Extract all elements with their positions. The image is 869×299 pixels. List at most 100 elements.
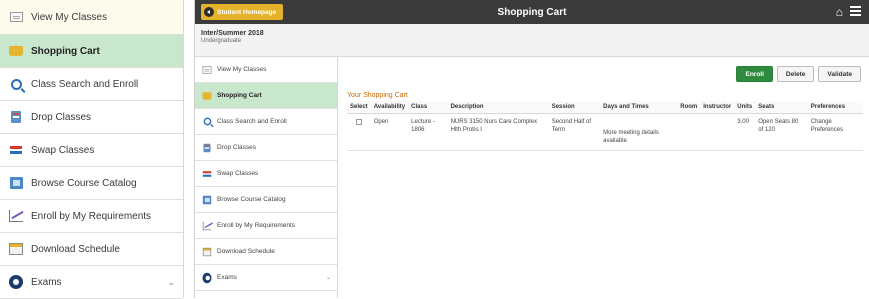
select-checkbox-cell[interactable]: [347, 113, 371, 151]
zoomed-sidebar-item-label: Shopping Cart: [31, 45, 100, 57]
sidebar-item-label: Exams: [217, 274, 237, 281]
hamburger-menu-icon[interactable]: [850, 6, 861, 16]
catalog-icon: [7, 175, 25, 191]
zoomed-sidebar: View My Classes Shopping Cart Class Sear…: [0, 0, 184, 299]
zoomed-sidebar-item-label: View My Classes: [31, 11, 107, 23]
home-icon[interactable]: ⌂: [836, 5, 843, 19]
table-header-row: Select Availability Class Description Se…: [347, 101, 863, 114]
catalog-icon: [201, 194, 213, 205]
drop-icon: [7, 109, 25, 125]
sidebar-item-drop-classes[interactable]: Drop Classes: [195, 135, 337, 161]
instructor-cell: [700, 113, 735, 151]
session-cell: Second Half of Term: [548, 113, 601, 151]
zoomed-sidebar-item-label: Browse Course Catalog: [31, 177, 137, 189]
chevron-down-icon[interactable]: ⌄: [167, 277, 175, 288]
page: View My Classes Shopping Cart Class Sear…: [0, 0, 869, 299]
classes-icon: [7, 9, 25, 25]
column-header-preferences: Preferences: [807, 101, 863, 114]
sidebar-item-enroll-requirements[interactable]: Enroll by My Requirements: [195, 213, 337, 239]
top-banner: Student Homepage Shopping Cart ⌂: [195, 0, 869, 24]
units-cell: 3.00: [734, 113, 756, 151]
sidebar-item-browse-catalog[interactable]: Browse Course Catalog: [195, 187, 337, 213]
zoomed-sidebar-item-view-my-classes[interactable]: View My Classes: [0, 0, 183, 35]
zoomed-sidebar-item-enroll-requirements[interactable]: Enroll by My Requirements: [0, 200, 183, 233]
search-icon: [7, 76, 25, 92]
sidebar-item-label: Swap Classes: [217, 170, 259, 177]
zoomed-sidebar-item-exams[interactable]: Exams ⌄: [0, 266, 183, 299]
seats-cell: Open Seats 80 of 120: [755, 113, 808, 151]
schedule-icon: [7, 241, 25, 257]
cart-content: Enroll Delete Validate Your Shopping Car…: [339, 57, 869, 298]
swap-icon: [7, 142, 25, 158]
action-toolbar: Enroll Delete Validate: [347, 66, 861, 82]
drop-icon: [201, 142, 213, 153]
zoomed-sidebar-item-label: Swap Classes: [31, 144, 95, 156]
table-row: Open Lecture - 1806 NURS 3150 Nurs Care …: [347, 113, 863, 151]
column-header-availability: Availability: [370, 101, 409, 114]
delete-button[interactable]: Delete: [776, 66, 815, 82]
classes-icon: [201, 64, 213, 75]
sidebar-item-view-my-classes[interactable]: View My Classes: [195, 57, 337, 83]
column-header-seats: Seats: [755, 101, 808, 114]
sidebar: View My Classes Shopping Cart Class Sear…: [195, 57, 338, 298]
sidebar-item-label: Enroll by My Requirements: [217, 222, 296, 229]
zoomed-sidebar-item-drop-classes[interactable]: Drop Classes: [0, 101, 183, 134]
column-header-room: Room: [677, 101, 701, 114]
page-title: Shopping Cart: [497, 6, 567, 18]
zoomed-sidebar-item-label: Class Search and Enroll: [31, 78, 139, 90]
cart-table: Select Availability Class Description Se…: [347, 101, 863, 151]
sidebar-item-class-search[interactable]: Class Search and Enroll: [195, 109, 337, 135]
zoomed-sidebar-item-swap-classes[interactable]: Swap Classes: [0, 134, 183, 167]
availability-cell: Open: [370, 113, 409, 151]
room-cell: [677, 113, 701, 151]
schedule-icon: [201, 246, 213, 257]
sidebar-item-label: Shopping Cart: [217, 92, 262, 99]
sidebar-item-download-schedule[interactable]: Download Schedule: [195, 239, 337, 265]
exams-icon: [201, 272, 213, 283]
meeting-details-link[interactable]: More meeting details available: [600, 113, 678, 151]
zoomed-sidebar-item-shopping-cart[interactable]: Shopping Cart: [0, 35, 183, 68]
zoomed-sidebar-item-class-search[interactable]: Class Search and Enroll: [0, 68, 183, 101]
swap-icon: [201, 168, 213, 179]
validate-button[interactable]: Validate: [818, 66, 861, 82]
zoomed-sidebar-item-label: Download Schedule: [31, 243, 120, 255]
cart-heading: Your Shopping Cart: [347, 92, 408, 99]
column-header-units: Units: [734, 101, 756, 114]
column-header-days-times: Days and Times: [600, 101, 678, 114]
column-header-description: Description: [447, 101, 549, 114]
term-header: Inter/Summer 2018 Undergraduate: [195, 24, 869, 57]
sidebar-item-shopping-cart[interactable]: Shopping Cart: [195, 83, 337, 109]
shopping-cart-screen: Student Homepage Shopping Cart ⌂ Inter/S…: [194, 0, 869, 298]
term-title: Inter/Summer 2018: [201, 30, 264, 37]
sidebar-item-label: Download Schedule: [217, 248, 275, 255]
requirements-icon: [201, 220, 213, 231]
requirements-icon: [7, 208, 25, 224]
chevron-down-icon[interactable]: ⌄: [326, 274, 331, 281]
column-header-instructor: Instructor: [700, 101, 735, 114]
enroll-button[interactable]: Enroll: [736, 66, 773, 82]
sidebar-item-exams[interactable]: Exams ⌄: [195, 265, 337, 291]
exams-icon: [7, 274, 25, 290]
column-header-class: Class: [408, 101, 448, 114]
cart-icon: [201, 90, 213, 101]
zoomed-sidebar-item-download-schedule[interactable]: Download Schedule: [0, 233, 183, 266]
class-link[interactable]: Lecture - 1806: [408, 113, 448, 151]
zoomed-sidebar-item-label: Exams: [31, 276, 62, 288]
description-cell: NURS 3150 Nurs Care Complex Hlth Probs I: [447, 113, 549, 151]
zoomed-sidebar-item-label: Enroll by My Requirements: [31, 210, 152, 222]
sidebar-item-swap-classes[interactable]: Swap Classes: [195, 161, 337, 187]
select-checkbox[interactable]: [356, 119, 362, 125]
zoomed-sidebar-item-browse-catalog[interactable]: Browse Course Catalog: [0, 167, 183, 200]
sidebar-item-label: Browse Course Catalog: [217, 196, 286, 203]
sidebar-item-label: View My Classes: [217, 66, 267, 73]
column-header-select: Select: [347, 101, 371, 114]
zoomed-sidebar-item-label: Drop Classes: [31, 111, 92, 123]
term-career: Undergraduate: [201, 38, 242, 44]
cart-icon: [7, 43, 25, 59]
sidebar-item-label: Class Search and Enroll: [217, 118, 287, 125]
column-header-session: Session: [548, 101, 601, 114]
change-preferences-link[interactable]: Change Preferences: [807, 113, 863, 151]
search-icon: [201, 116, 213, 127]
main-body: View My Classes Shopping Cart Class Sear…: [195, 57, 869, 298]
sidebar-item-label: Drop Classes: [217, 144, 257, 151]
